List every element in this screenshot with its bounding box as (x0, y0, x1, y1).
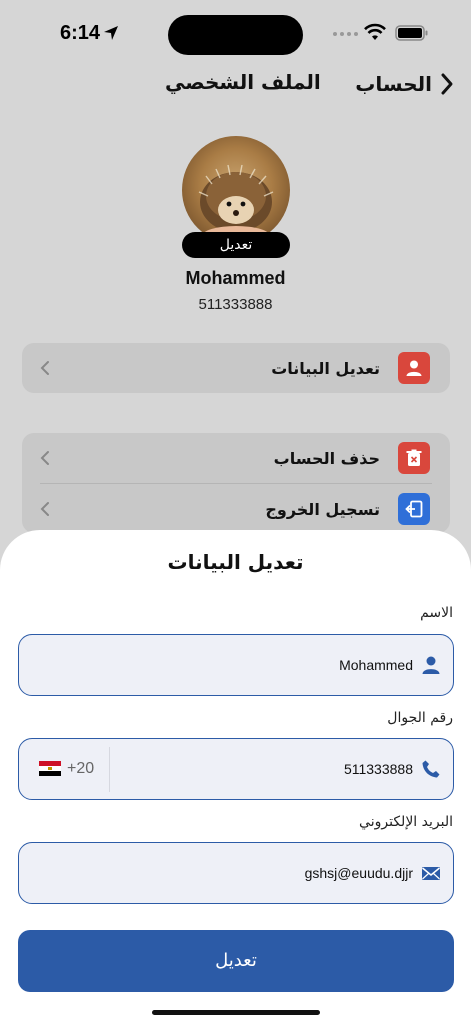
menu-label-logout: تسجيل الخروج (265, 499, 380, 519)
name-field[interactable]: Mohammed (18, 634, 454, 696)
edit-data-sheet: تعديل البيانات الاسم Mohammed رقم الجوال… (0, 530, 471, 1024)
sheet-title: تعديل البيانات (167, 550, 304, 574)
cellular-signal-icon (333, 32, 358, 36)
email-field[interactable]: gshsj@euudu.djjr (18, 842, 454, 904)
account-actions-card: حذف الحساب تسجيل الخروج (22, 433, 450, 533)
menu-item-logout[interactable]: تسجيل الخروج (22, 484, 450, 534)
status-time: 6:14 (60, 22, 101, 44)
location-arrow-icon (104, 26, 118, 40)
chevron-left-icon (40, 361, 49, 375)
edit-photo-button[interactable]: تعديل (182, 232, 290, 258)
phone-divider (109, 747, 110, 792)
envelope-icon (422, 866, 440, 880)
home-indicator (152, 1010, 320, 1015)
hedgehog-photo (198, 164, 274, 244)
menu-item-delete-account[interactable]: حذف الحساب (22, 433, 450, 483)
wifi-icon (364, 23, 386, 40)
country-dial-code: +20 (67, 759, 95, 777)
profile-name: Mohammed (185, 268, 286, 288)
menu-item-edit-data[interactable]: تعديل البيانات (22, 343, 450, 393)
name-field-label: الاسم (420, 605, 453, 621)
menu-label-delete-account: حذف الحساب (273, 448, 380, 468)
page-title: الملف الشخصي (165, 70, 321, 94)
name-value: Mohammed (339, 656, 413, 673)
phone-value: 511333888 (343, 760, 413, 777)
phone-field-label: رقم الجوال (387, 710, 453, 726)
trash-icon (398, 442, 430, 474)
phone-icon (422, 760, 440, 777)
user-icon (398, 352, 430, 384)
country-code-selector[interactable]: +20 (39, 739, 94, 798)
edit-data-card: تعديل البيانات (22, 343, 450, 393)
battery-icon (395, 25, 428, 41)
chevron-back-icon (441, 73, 453, 95)
user-icon (422, 656, 440, 674)
chevron-left-icon (40, 451, 49, 465)
back-button[interactable]: الحساب (355, 68, 456, 100)
submit-edit-button[interactable]: تعديل (18, 930, 454, 992)
status-bar: 6:14 (0, 0, 471, 68)
phone-field[interactable]: 511333888 +20 (18, 738, 454, 800)
back-label: الحساب (355, 72, 432, 96)
logout-icon (398, 493, 430, 525)
email-value: gshsj@euudu.djjr (304, 864, 413, 881)
avatar[interactable] (182, 136, 290, 244)
email-field-label: البريد الإلكتروني (359, 814, 453, 830)
chevron-left-icon (40, 502, 49, 516)
menu-label-edit-data: تعديل البيانات (271, 358, 380, 378)
egypt-flag-icon (39, 760, 61, 777)
dynamic-island (168, 15, 303, 55)
profile-phone: 511333888 (198, 296, 273, 313)
